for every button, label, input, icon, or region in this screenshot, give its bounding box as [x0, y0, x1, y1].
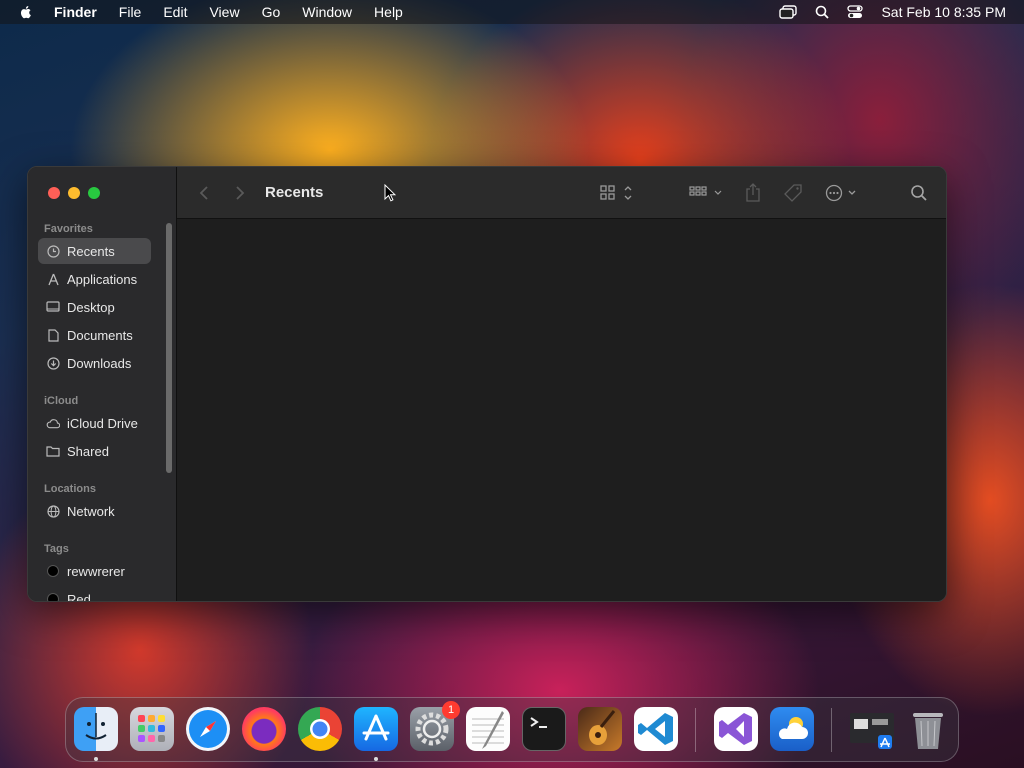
vscode-icon[interactable] [634, 707, 678, 751]
download-icon [46, 356, 60, 370]
tag-button[interactable] [783, 181, 803, 205]
menu-file[interactable]: File [119, 4, 142, 20]
chevron-right-icon [236, 186, 245, 200]
sidebar-item-label: rewwrerer [67, 563, 125, 579]
sidebar-item-shared[interactable]: Shared [38, 438, 151, 464]
file-browser-content[interactable] [177, 219, 946, 601]
forward-button[interactable] [235, 181, 245, 205]
share-icon [746, 183, 760, 202]
section-locations: Locations [44, 483, 96, 495]
icon-grid-icon [600, 185, 632, 200]
control-center-icon[interactable] [847, 5, 864, 19]
section-icloud: iCloud [44, 395, 79, 407]
system-settings-icon[interactable]: 1 [410, 701, 460, 751]
menu-view[interactable]: View [209, 4, 239, 20]
section-favorites: Favorites [44, 223, 93, 235]
visual-studio-icon[interactable] [714, 707, 758, 751]
sidebar-tag-red[interactable]: Red [38, 586, 151, 602]
menu-clock[interactable]: Sat Feb 10 8:35 PM [881, 4, 1006, 20]
app-store-icon[interactable] [354, 707, 398, 751]
sidebar-item-icloud-drive[interactable]: iCloud Drive [38, 410, 151, 436]
launchpad-icon[interactable] [130, 707, 174, 751]
clock-icon [46, 244, 60, 258]
app-store-running-indicator [374, 757, 378, 761]
desktop-icon [46, 300, 60, 314]
sidebar: Favorites Recents Applications Desktop D… [28, 167, 177, 601]
document-icon [46, 328, 60, 342]
sidebar-item-label: Red [67, 591, 91, 602]
textedit-icon[interactable] [466, 707, 510, 751]
garageband-icon[interactable] [578, 707, 622, 751]
dock-separator [695, 708, 696, 752]
sidebar-item-applications[interactable]: Applications [38, 266, 151, 292]
menu-window[interactable]: Window [302, 4, 352, 20]
sidebar-item-label: Shared [67, 443, 109, 459]
finder-running-indicator [94, 757, 98, 761]
toolbar: Recents [177, 167, 946, 219]
app-folder-icon[interactable] [848, 707, 894, 751]
globe-icon [46, 504, 60, 518]
sidebar-item-documents[interactable]: Documents [38, 322, 151, 348]
menu-help[interactable]: Help [374, 4, 403, 20]
sidebar-item-label: Recents [67, 243, 115, 259]
dock-separator [831, 708, 832, 752]
screen-mirroring-icon[interactable] [779, 5, 798, 19]
minimize-button[interactable] [68, 187, 80, 199]
tag-icon [784, 184, 802, 202]
terminal-icon[interactable] [522, 707, 566, 751]
menu-edit[interactable]: Edit [163, 4, 187, 20]
search-icon [911, 185, 927, 201]
spotlight-search-icon[interactable] [815, 5, 830, 19]
sidebar-item-label: Downloads [67, 355, 132, 371]
sidebar-item-label: Network [67, 503, 115, 519]
close-button[interactable] [48, 187, 60, 199]
tag-color-dot [46, 592, 60, 601]
group-grid-icon [689, 186, 722, 196]
applications-icon [46, 272, 60, 286]
sidebar-item-network[interactable]: Network [38, 498, 151, 524]
sidebar-item-recents[interactable]: Recents [38, 238, 151, 264]
tag-color-dot [46, 564, 60, 578]
notification-badge: 1 [442, 701, 460, 719]
sidebar-scrollbar[interactable] [166, 223, 172, 473]
group-by-button[interactable] [689, 181, 725, 205]
trash-icon[interactable] [906, 707, 950, 751]
finder-window: Favorites Recents Applications Desktop D… [27, 166, 947, 602]
chevron-left-icon [199, 186, 208, 200]
dock: 1 [65, 697, 959, 762]
sidebar-item-label: Documents [67, 327, 133, 343]
sidebar-item-downloads[interactable]: Downloads [38, 350, 151, 376]
ellipsis-circle-icon [825, 184, 856, 202]
share-button[interactable] [745, 181, 761, 205]
sidebar-item-desktop[interactable]: Desktop [38, 294, 151, 320]
section-tags: Tags [44, 543, 69, 555]
window-title: Recents [265, 184, 324, 201]
search-button[interactable] [910, 181, 928, 205]
finder-icon[interactable] [74, 707, 118, 751]
menu-finder[interactable]: Finder [54, 4, 97, 20]
zoom-button[interactable] [88, 187, 100, 199]
tag-dot-icon [47, 593, 59, 601]
view-mode-button[interactable] [600, 181, 634, 205]
menu-go[interactable]: Go [262, 4, 281, 20]
window-controls [48, 187, 108, 199]
sidebar-item-label: Applications [67, 271, 138, 287]
chrome-icon[interactable] [298, 707, 342, 751]
apple-menu-icon[interactable] [18, 4, 34, 20]
safari-icon[interactable] [186, 707, 230, 751]
sidebar-item-label: iCloud Drive [67, 415, 138, 431]
sidebar-item-label: Desktop [67, 299, 115, 315]
firefox-icon[interactable] [242, 707, 286, 751]
weather-icon[interactable] [770, 707, 814, 751]
cloud-icon [46, 416, 60, 430]
sidebar-tag-rewwrerer[interactable]: rewwrerer [38, 558, 151, 584]
menu-bar: Finder File Edit View Go Window Help Sat… [0, 0, 1024, 24]
mouse-cursor-icon [384, 184, 396, 202]
back-button[interactable] [199, 181, 209, 205]
shared-folder-icon [46, 444, 60, 458]
tag-dot-icon [47, 565, 59, 577]
more-actions-button[interactable] [825, 181, 859, 205]
